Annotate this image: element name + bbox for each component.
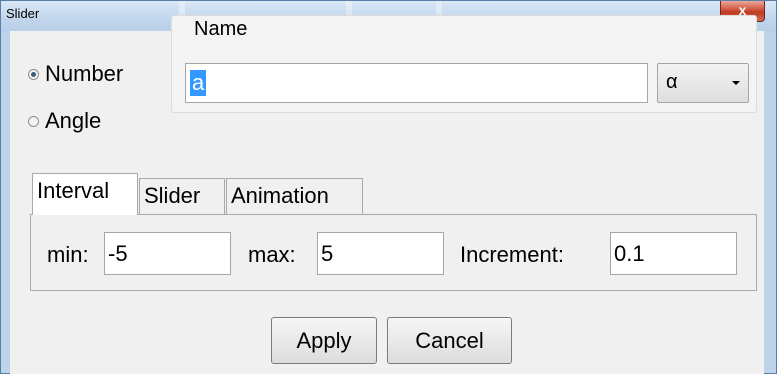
max-label: max: xyxy=(248,242,296,267)
tab-animation[interactable]: Animation xyxy=(226,178,363,214)
tab-slider-label: Slider xyxy=(144,183,201,208)
greek-letter-value: α xyxy=(666,71,678,93)
greek-letter-dropdown[interactable]: α xyxy=(657,63,749,103)
radio-checked-icon[interactable] xyxy=(28,68,39,80)
min-input[interactable]: -5 xyxy=(104,232,231,275)
increment-label: Increment: xyxy=(460,242,564,267)
radio-angle-label: Angle xyxy=(45,108,102,133)
radio-angle[interactable]: Angle xyxy=(28,108,101,134)
radio-number[interactable]: Number xyxy=(28,61,123,87)
tab-slider[interactable]: Slider xyxy=(139,178,225,214)
window-title: Slider xyxy=(6,6,40,21)
apply-button[interactable]: Apply xyxy=(271,317,377,364)
max-input[interactable]: 5 xyxy=(317,232,444,275)
name-input-selected-text: a xyxy=(190,70,207,96)
name-input[interactable]: a xyxy=(185,63,648,103)
name-label: Name xyxy=(194,18,248,40)
tab-interval[interactable]: Interval xyxy=(32,173,138,215)
tab-animation-label: Animation xyxy=(231,183,329,208)
radio-unchecked-icon[interactable] xyxy=(28,115,39,127)
increment-input[interactable]: 0.1 xyxy=(610,232,737,275)
tab-interval-label: Interval xyxy=(37,178,110,203)
cancel-button[interactable]: Cancel xyxy=(387,317,512,364)
chevron-down-icon xyxy=(732,81,740,85)
radio-number-label: Number xyxy=(45,61,124,86)
min-label: min: xyxy=(47,242,89,267)
